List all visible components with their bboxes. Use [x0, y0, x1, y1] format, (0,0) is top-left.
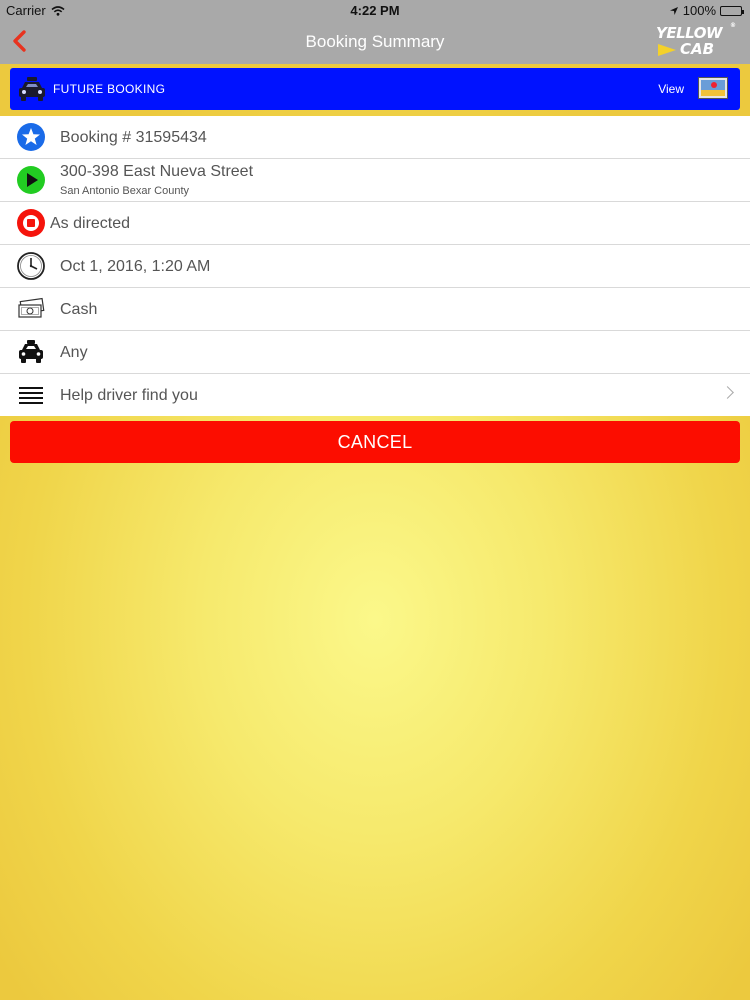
- vehicle-type: Any: [60, 344, 88, 361]
- booking-datetime: Oct 1, 2016, 1:20 AM: [60, 258, 211, 275]
- destination: As directed: [50, 215, 131, 232]
- location-arrow-icon: [669, 6, 678, 15]
- vehicle-row: Any: [0, 331, 750, 374]
- help-driver-row[interactable]: Help driver find you: [0, 374, 750, 416]
- help-driver-label: Help driver find you: [60, 387, 198, 404]
- taxi-icon: [19, 340, 43, 363]
- chevron-right-icon: [721, 386, 734, 399]
- booking-number: Booking # 31595434: [60, 129, 207, 146]
- pickup-area: San Antonio Bexar County: [60, 185, 190, 197]
- battery-percent: 100%: [682, 3, 716, 18]
- logo-registered-mark: ®: [730, 22, 736, 29]
- payment-row: Cash: [0, 288, 750, 331]
- view-link[interactable]: View: [658, 82, 684, 96]
- page-title: Booking Summary: [305, 32, 445, 51]
- status-bar: Carrier 4:22 PM 100%: [0, 0, 750, 20]
- clock-icon: [17, 252, 45, 280]
- star-icon: [17, 123, 45, 151]
- stop-icon: [17, 209, 45, 237]
- cash-icon: [18, 297, 45, 318]
- payment-method: Cash: [60, 301, 98, 318]
- map-thumbnail-icon[interactable]: [698, 77, 728, 99]
- pickup-street: 300-398 East Nueva Street: [60, 163, 254, 180]
- future-booking-banner: FUTURE BOOKING View: [10, 68, 740, 110]
- logo-chevron-icon: [658, 44, 676, 56]
- status-right: 100%: [669, 3, 744, 18]
- pickup-row: 300-398 East Nueva Street San Antonio Be…: [0, 159, 750, 202]
- taxi-icon: [19, 77, 45, 101]
- logo-word-cab: CAB: [680, 40, 715, 58]
- booking-details-list: Booking # 31595434 300-398 East Nueva St…: [0, 116, 750, 416]
- future-booking-label: FUTURE BOOKING: [53, 82, 166, 96]
- clock-time: 4:22 PM: [350, 3, 400, 18]
- play-icon: [17, 166, 45, 194]
- nav-bar: Booking Summary YELLOW CAB ®: [0, 20, 750, 64]
- booking-number-row: Booking # 31595434: [0, 116, 750, 159]
- yellow-cab-logo: YELLOW CAB ®: [656, 22, 736, 60]
- menu-lines-icon: [19, 387, 43, 404]
- datetime-row: Oct 1, 2016, 1:20 AM: [0, 245, 750, 288]
- battery-icon: [720, 5, 744, 16]
- cancel-button[interactable]: CANCEL: [10, 421, 740, 463]
- destination-row: As directed: [0, 202, 750, 245]
